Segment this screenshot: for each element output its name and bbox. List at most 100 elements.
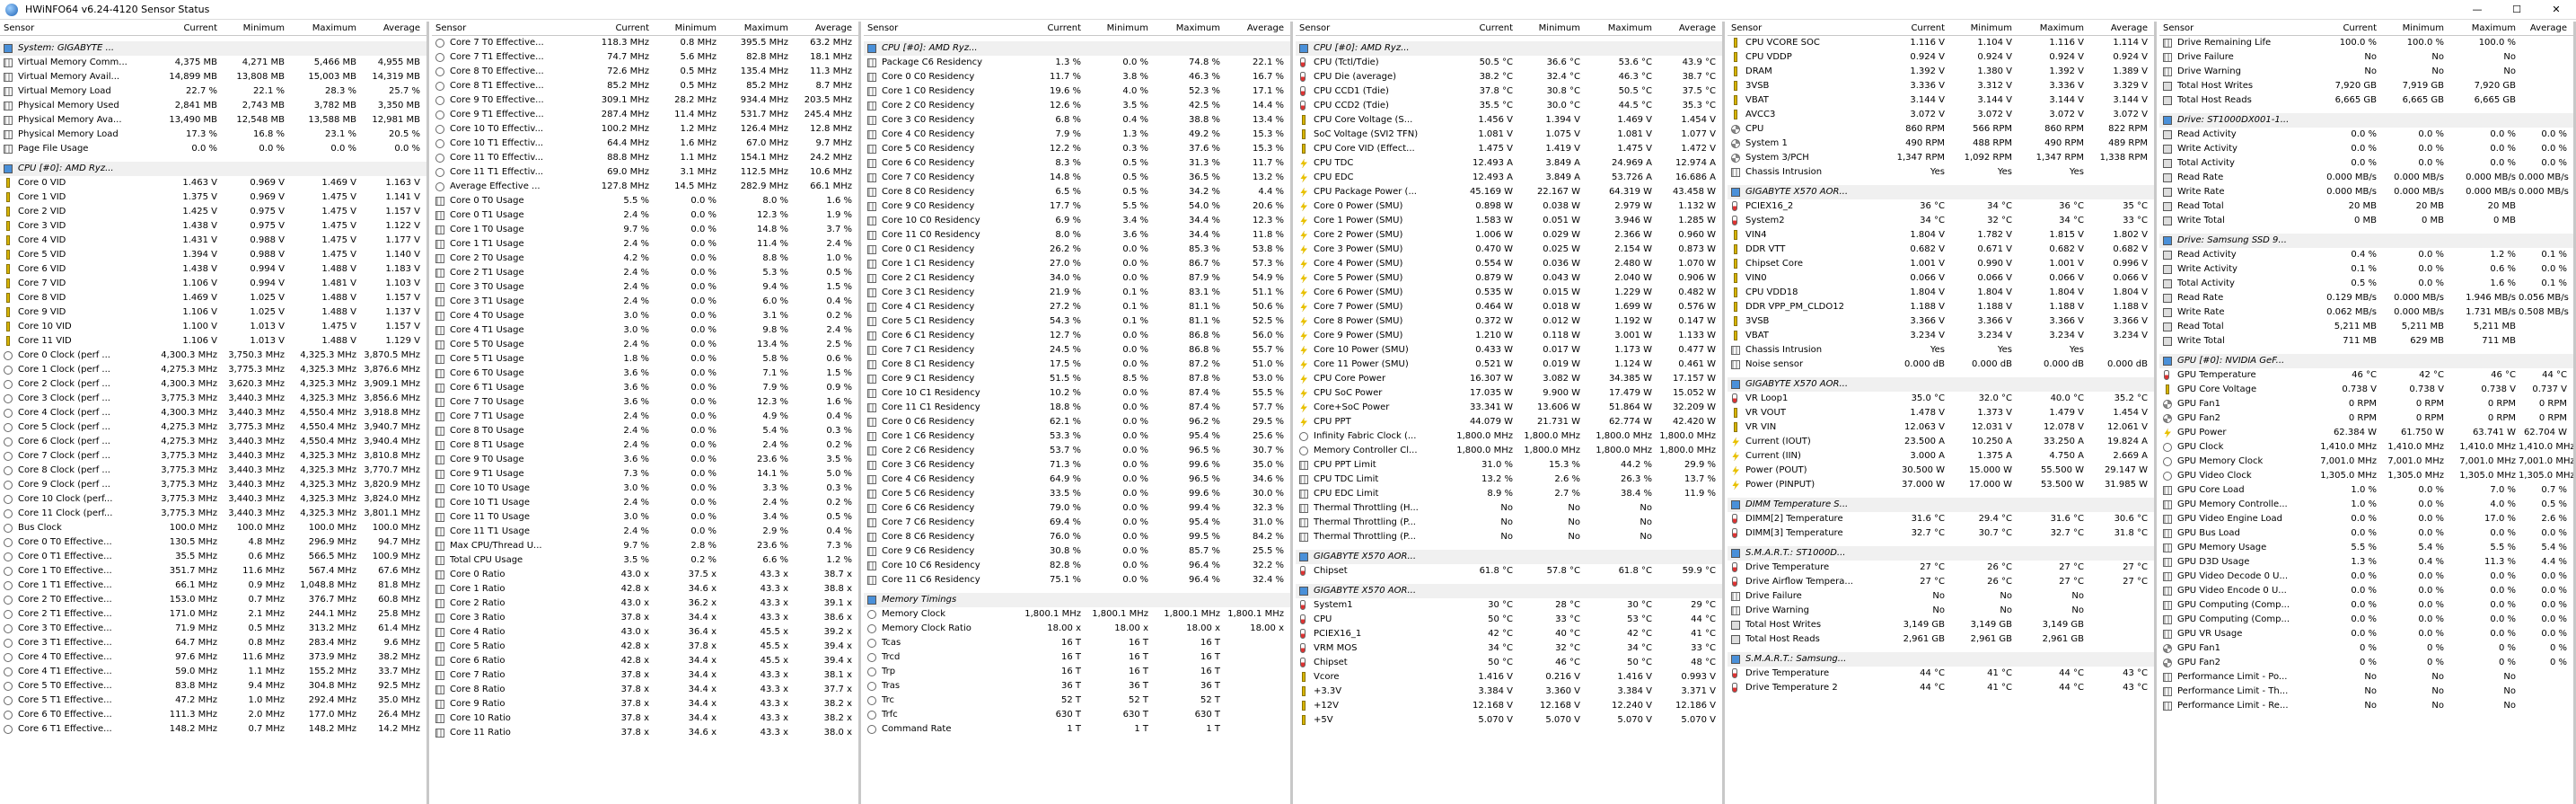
sensor-row[interactable]: SoC Voltage (SVI2 TFN) 1.081 V 1.075 V 1.08… — [1296, 128, 1722, 142]
sensor-row[interactable]: Core 0 C6 Residency 62.1 % 0.0 % 96.2 % 29.5… — [864, 415, 1290, 429]
sensor-row[interactable]: CPU PPT 44.079 W 21.731 W 62.774 W 42.420 W — [1296, 415, 1722, 429]
header-maximum[interactable]: Maximum — [292, 23, 356, 33]
sensor-row[interactable]: System1 30 °C 28 °C 30 °C 29 °C — [1296, 598, 1722, 613]
header-maximum[interactable]: Maximum — [1156, 23, 1220, 33]
sensor-row[interactable]: Core 11 C1 Residency 18.8 % 0.0 % 87.4 % 57.… — [864, 401, 1290, 415]
sensor-row[interactable]: Core 3 T1 Usage 2.4 % 0.0 % 6.0 % 0.4 % — [432, 295, 858, 309]
sensor-row[interactable]: Core 6 C1 Residency 12.7 % 0.0 % 86.8 % 56.0… — [864, 329, 1290, 343]
sensor-row[interactable]: Trcd 16 T 16 T 16 T — [864, 650, 1290, 665]
sensor-row[interactable]: Core 3 C1 Residency 21.9 % 0.1 % 83.1 % 51.1… — [864, 286, 1290, 300]
sensor-row[interactable]: Core 4 C0 Residency 7.9 % 1.3 % 49.2 % 15.3 … — [864, 128, 1290, 142]
sensor-row[interactable]: Performance Limit - Re... No No No — [2159, 699, 2573, 713]
header-sensor[interactable]: Sensor — [435, 23, 466, 33]
sensor-row[interactable]: Core 1 VID 1.375 V 0.969 V 1.475 V 1.141 V — [0, 190, 426, 205]
sensor-row[interactable]: DIMM[3] Temperature 32.7 °C 30.7 °C 32.7 °C… — [1728, 526, 2154, 541]
sensor-row[interactable]: Core 8 C6 Residency 76.0 % 0.0 % 99.5 % 84.2… — [864, 530, 1290, 544]
sensor-row[interactable]: Core 0 T1 Usage 2.4 % 0.0 % 12.3 % 1.9 % — [432, 208, 858, 223]
sensor-row[interactable]: Max CPU/Thread U... 9.7 % 2.8 % 23.6 % 7.3 % — [432, 539, 858, 553]
sensor-row[interactable]: Virtual Memory Avail... 14,899 MB 13,808 M… — [0, 70, 426, 84]
sensor-row[interactable]: CPU Package Power (... 45.169 W 22.167 W 64… — [1296, 185, 1722, 199]
sensor-row[interactable]: Power (PINPUT) 37.000 W 17.000 W 53.500 W 31… — [1728, 478, 2154, 492]
sensor-group-header[interactable]: CPU [#0]: AMD Ryz... — [864, 41, 1290, 56]
sensor-group-header[interactable]: S.M.A.R.T.: ST1000D... — [1728, 546, 2154, 561]
sensor-row[interactable]: System 1 490 RPM 488 RPM 490 RPM 489 RPM — [1728, 137, 2154, 151]
sensor-row[interactable]: Core 10 C1 Residency 10.2 % 0.0 % 87.4 % 55.… — [864, 386, 1290, 401]
sensor-row[interactable]: GPU D3D Usage 1.3 % 0.4 % 11.3 % 4.4 % — [2159, 555, 2573, 570]
sensor-row[interactable]: Core 1 T1 Effective... 66.1 MHz 0.9 MHz 1,0… — [0, 579, 426, 593]
sensor-row[interactable]: GPU Video Clock 1,305.0 MHz 1,305.0 MHz 1,3… — [2159, 469, 2573, 483]
sensor-row[interactable]: Core 8 VID 1.469 V 1.025 V 1.488 V 1.157 V — [0, 291, 426, 305]
sensor-row[interactable]: Chipset 50 °C 46 °C 50 °C 48 °C — [1296, 656, 1722, 670]
sensor-row[interactable]: Core 2 C6 Residency 53.7 % 0.0 % 96.5 % 30.7… — [864, 444, 1290, 458]
sensor-group-header[interactable]: GIGABYTE X570 AOR... — [1296, 550, 1722, 564]
header-average[interactable]: Average — [1223, 23, 1284, 33]
sensor-row[interactable]: Core 7 T1 Usage 2.4 % 0.0 % 4.9 % 0.4 % — [432, 410, 858, 424]
sensor-row[interactable]: Core 0 T0 Effective... 130.5 MHz 4.8 MHz 29… — [0, 535, 426, 550]
sensor-row[interactable]: Core 8 Power (SMU) 0.372 W 0.012 W 1.192 W0… — [1296, 314, 1722, 329]
header-average[interactable]: Average — [359, 23, 420, 33]
header-current[interactable]: Current — [1448, 23, 1513, 33]
sensor-row[interactable]: VR VOUT 1.478 V 1.373 V 1.479 V 1.454 V — [1728, 406, 2154, 420]
sensor-row[interactable]: DIMM[2] Temperature 31.6 °C 29.4 °C 31.6 °C… — [1728, 512, 2154, 526]
sensor-row[interactable]: Core 7 T1 Effective... 74.7 MHz 5.6 MHz 82.… — [432, 50, 858, 65]
sensor-row[interactable]: Core 2 Ratio 43.0 x 36.2 x 43.3 x 39.1 x — [432, 596, 858, 611]
sensor-row[interactable]: VIN4 1.804 V 1.782 V 1.815 V 1.802 V — [1728, 228, 2154, 243]
header-sensor[interactable]: Sensor — [1299, 23, 1330, 33]
sensor-row[interactable]: Core 8 C1 Residency 17.5 % 0.0 % 87.2 % 51.0… — [864, 358, 1290, 372]
sensor-row[interactable]: CPU TDC Limit 13.2 % 2.6 % 26.3 % 13.7 % — [1296, 473, 1722, 487]
sensor-row[interactable]: Core 3 Power (SMU) 0.470 W 0.025 W 2.154 W0… — [1296, 243, 1722, 257]
sensor-row[interactable]: Tras 36 T 36 T 36 T — [864, 679, 1290, 694]
sensor-row[interactable]: Write Rate 0.000 MB/s 0.000 MB/s 0.000 MB/s… — [2159, 185, 2573, 199]
sensor-row[interactable]: Current (IOUT) 23.500 A 10.250 A 33.250 A 19… — [1728, 435, 2154, 449]
sensor-row[interactable]: Core 9 T0 Usage 3.6 % 0.0 % 23.6 % 3.5 % — [432, 453, 858, 467]
sensor-row[interactable]: GPU Core Load 1.0 % 0.0 % 7.0 % 0.7 % — [2159, 483, 2573, 498]
sensor-row[interactable]: Core 2 T0 Effective... 153.0 MHz 0.7 MHz 37… — [0, 593, 426, 607]
sensor-row[interactable]: Tcas 16 T 16 T 16 T — [864, 636, 1290, 650]
sensor-row[interactable]: Thermal Throttling (P... No No No — [1296, 530, 1722, 544]
sensor-row[interactable]: Memory Clock 1,800.1 MHz 1,800.1 MHz 1,800.… — [864, 607, 1290, 622]
sensor-row[interactable]: Core 0 Ratio 43.0 x 37.5 x 43.3 x 38.7 x — [432, 568, 858, 582]
sensor-row[interactable]: AVCC3 3.072 V 3.072 V 3.072 V 3.072 V — [1728, 108, 2154, 122]
sensor-row[interactable]: Core 7 C6 Residency 69.4 % 0.0 % 95.4 % 31.0… — [864, 516, 1290, 530]
sensor-row[interactable]: Average Effective ... 127.8 MHz 14.5 MHz 28… — [432, 180, 858, 194]
sensor-row[interactable]: GPU Temperature 46 °C 42 °C 46 °C 44 °C — [2159, 368, 2573, 383]
sensor-row[interactable]: Core 3 Ratio 37.8 x 34.4 x 43.3 x 38.6 x — [432, 611, 858, 625]
sensor-row[interactable]: Total Activity 0.0 % 0.0 % 0.0 % 0.0 % — [2159, 156, 2573, 171]
sensor-row[interactable]: Performance Limit - Th... No No No — [2159, 685, 2573, 699]
header-minimum[interactable]: Minimum — [2379, 23, 2444, 33]
sensor-row[interactable]: Core 0 C1 Residency 26.2 % 0.0 % 85.3 % 53.8… — [864, 243, 1290, 257]
sensor-row[interactable]: Core 6 C0 Residency 8.3 % 0.5 % 31.3 % 11.7 … — [864, 156, 1290, 171]
sensor-row[interactable]: Core 3 C0 Residency 6.8 % 0.4 % 38.8 % 13.4 … — [864, 113, 1290, 128]
sensor-row[interactable]: Page File Usage 0.0 % 0.0 % 0.0 % 0.0 % — [0, 142, 426, 156]
sensor-group-header[interactable]: CPU [#0]: AMD Ryz... — [1296, 41, 1722, 56]
sensor-row[interactable]: Core 8 C0 Residency 6.5 % 0.5 % 34.2 % 4.4 % — [864, 185, 1290, 199]
sensor-row[interactable]: Core 9 C0 Residency 17.7 % 5.5 % 54.0 % 20.6… — [864, 199, 1290, 214]
sensor-row[interactable]: Core 2 T1 Usage 2.4 % 0.0 % 5.3 % 0.5 % — [432, 266, 858, 280]
sensor-row[interactable]: Core 4 VID 1.431 V 0.988 V 1.475 V 1.177 V — [0, 234, 426, 248]
sensor-group-header[interactable]: Memory Timings — [864, 593, 1290, 607]
sensor-row[interactable]: Core 4 Power (SMU) 0.554 W 0.036 W 2.480 W1… — [1296, 257, 1722, 271]
sensor-row[interactable]: CPU PPT Limit 31.0 % 15.3 % 44.2 % 29.9 % — [1296, 458, 1722, 473]
sensor-row[interactable]: Core 9 VID 1.106 V 1.025 V 1.488 V 1.137 V — [0, 305, 426, 320]
sensor-row[interactable]: CPU CCD1 (Tdie) 37.8 °C 30.8 °C 50.5 °C 37.5… — [1296, 84, 1722, 99]
sensor-row[interactable]: Power (POUT) 30.500 W 15.000 W 55.500 W 29.1… — [1728, 464, 2154, 478]
sensor-row[interactable]: Core 11 T0 Usage 3.0 % 0.0 % 3.4 % 0.5 % — [432, 510, 858, 525]
sensor-row[interactable]: Core 3 T0 Usage 2.4 % 0.0 % 9.4 % 1.5 % — [432, 280, 858, 295]
sensor-row[interactable]: CPU SoC Power 17.035 W 9.900 W 17.479 W 15.0… — [1296, 386, 1722, 401]
sensor-row[interactable]: Drive Temperature 2 44 °C 41 °C 44 °C 43 °C — [1728, 681, 2154, 695]
sensor-row[interactable]: CPU Die (average) 38.2 °C 32.4 °C 46.3 °C 38… — [1296, 70, 1722, 84]
sensor-row[interactable]: Command Rate 1 T1 T1 T — [864, 722, 1290, 737]
sensor-row[interactable]: Core 0 VID 1.463 V 0.969 V 1.469 V 1.163 V — [0, 176, 426, 190]
sensor-row[interactable]: Read Activity 0.0 % 0.0 % 0.0 % 0.0 % — [2159, 128, 2573, 142]
header-maximum[interactable]: Maximum — [2451, 23, 2516, 33]
sensor-row[interactable]: VRM MOS 34 °C 32 °C 34 °C 33 °C — [1296, 641, 1722, 656]
sensor-row[interactable]: Package C6 Residency 1.3 % 0.0 % 74.8 % 22.1… — [864, 56, 1290, 70]
sensor-row[interactable]: Virtual Memory Load 22.7 % 22.1 % 28.3 % 25.… — [0, 84, 426, 99]
sensor-row[interactable]: VIN0 0.066 V 0.066 V 0.066 V 0.066 V — [1728, 271, 2154, 286]
sensor-row[interactable]: CPU TDC 12.493 A 3.849 A 24.969 A 12.974 A — [1296, 156, 1722, 171]
sensor-row[interactable]: Core 5 VID 1.394 V 0.988 V 1.475 V 1.140 V — [0, 248, 426, 262]
sensor-row[interactable]: Noise sensor 0.000 dB 0.000 dB 0.000 dB 0.00… — [1728, 358, 2154, 372]
sensor-row[interactable]: Core 11 C0 Residency 8.0 % 3.6 % 34.4 % 11.8… — [864, 228, 1290, 243]
sensor-row[interactable]: Core 10 Power (SMU) 0.433 W 0.017 W 1.173 W… — [1296, 343, 1722, 358]
sensor-row[interactable]: CPU Core VID (Effect... 1.475 V 1.419 V 1.4… — [1296, 142, 1722, 156]
